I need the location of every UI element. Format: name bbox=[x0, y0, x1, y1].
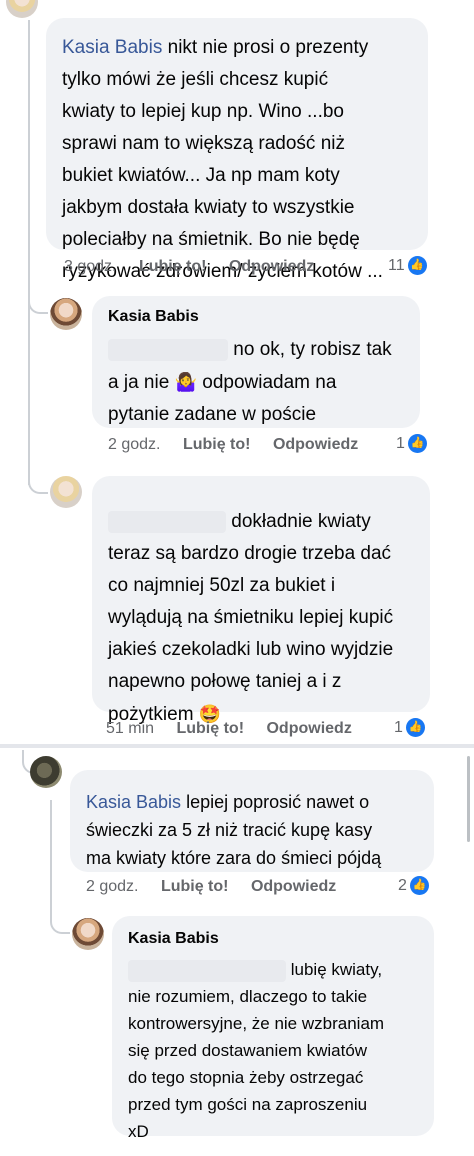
comment-text: no ok, ty robisz tak bbox=[233, 339, 392, 360]
like-icon: 👍 bbox=[407, 256, 427, 275]
reply-button[interactable]: Odpowiedz bbox=[266, 720, 351, 737]
comment-author[interactable]: Kasia Babis bbox=[128, 928, 418, 950]
reply-button[interactable]: Odpowiedz bbox=[229, 258, 314, 275]
redacted-name bbox=[108, 510, 226, 533]
comment-bubble: Kasia Babis lubię kwiaty, nie rozumiem, … bbox=[112, 916, 434, 1141]
thread-connector bbox=[28, 470, 48, 494]
like-button[interactable]: Lubię to! bbox=[176, 720, 244, 737]
comment-text: świeczki za 5 zł niż tracić kupę kasy bbox=[86, 820, 373, 840]
comment-text: nikt nie prosi o prezenty bbox=[162, 37, 369, 58]
thread-connector bbox=[28, 290, 48, 314]
timestamp[interactable]: 2 godz. bbox=[86, 878, 138, 895]
timestamp[interactable]: 2 godz. bbox=[108, 436, 160, 453]
comment-bubble: Kasia Babis nikt nie prosi o prezenty ty… bbox=[46, 18, 428, 282]
mention-link[interactable]: Kasia Babis bbox=[62, 37, 162, 58]
comment-text: xD bbox=[128, 1122, 149, 1141]
comment-text: kontrowersyjne, że nie wzbraniam bbox=[128, 1014, 385, 1033]
comment-text: się przed dostawaniem kwiatów bbox=[128, 1041, 368, 1060]
reaction-count[interactable]: 11 👍 bbox=[388, 256, 427, 275]
comment-text: do tego stopnia żeby ostrzegać bbox=[128, 1068, 364, 1087]
comment-text: jakbym dostała kwiaty to wszystkie bbox=[62, 197, 355, 218]
comment-meta: 51 min Lubię to! Odpowiedz bbox=[106, 720, 352, 738]
reply-button[interactable]: Odpowiedz bbox=[273, 436, 358, 453]
comment-text: tylko mówi że jeśli chcesz kupić bbox=[62, 69, 329, 90]
comment-text: teraz są bardzo drogie trzeba dać bbox=[108, 543, 392, 564]
comment-text: dokładnie kwiaty bbox=[231, 511, 371, 532]
avatar[interactable] bbox=[50, 476, 82, 508]
reaction-count[interactable]: 1 👍 bbox=[396, 434, 427, 453]
reaction-number: 11 bbox=[388, 256, 405, 274]
comment-text: odpowiadam na bbox=[202, 372, 337, 393]
like-button[interactable]: Lubię to! bbox=[183, 436, 251, 453]
comment-text: nie rozumiem, dlaczego to takie bbox=[128, 987, 368, 1006]
comment-bubble: Kasia Babis lepiej poprosić nawet o świe… bbox=[70, 770, 434, 872]
screenshot-divider bbox=[0, 744, 474, 748]
redacted-name bbox=[128, 959, 286, 982]
comment-text: lubię kwiaty, bbox=[290, 960, 383, 979]
reaction-number: 1 bbox=[396, 434, 405, 452]
comment-author[interactable]: Kasia Babis bbox=[108, 306, 404, 328]
comment-text: przed tym gości na zaproszeniu bbox=[128, 1095, 368, 1114]
comment-text: wylądują na śmietniku lepiej kupić bbox=[108, 607, 394, 628]
comment-meta: 2 godz. Lubię to! Odpowiedz bbox=[108, 436, 358, 454]
timestamp[interactable]: 3 godz. bbox=[64, 258, 116, 275]
comment-bubble: dokładnie kwiaty teraz są bardzo drogie … bbox=[92, 476, 430, 725]
thread-line bbox=[50, 800, 52, 920]
reaction-number: 1 bbox=[394, 718, 403, 736]
comment-text: jakieś czekoladki lub wino wyjdzie bbox=[108, 639, 394, 660]
comment-text: co najmniej 50zl za bukiet i bbox=[108, 575, 336, 596]
comment-text: poleciałby na śmietnik. Bo nie będę bbox=[62, 229, 360, 250]
reaction-number: 2 bbox=[398, 876, 407, 894]
comment-text: a ja nie bbox=[108, 372, 170, 393]
reply-button[interactable]: Odpowiedz bbox=[251, 878, 336, 895]
thread-connector bbox=[50, 908, 70, 934]
avatar[interactable] bbox=[50, 298, 82, 330]
thread-line bbox=[28, 20, 30, 310]
like-icon: 👍 bbox=[409, 876, 429, 895]
avatar[interactable] bbox=[30, 756, 62, 788]
comment-text: kwiaty to lepiej kup np. Wino ...bo bbox=[62, 101, 344, 122]
reaction-count[interactable]: 2 👍 bbox=[398, 876, 429, 895]
comment-bubble: Kasia Babis no ok, ty robisz tak a ja ni… bbox=[92, 296, 420, 428]
timestamp[interactable]: 51 min bbox=[106, 720, 154, 737]
comment-meta: 2 godz. Lubię to! Odpowiedz bbox=[86, 878, 336, 896]
avatar[interactable] bbox=[72, 918, 104, 950]
like-icon: 👍 bbox=[405, 718, 425, 737]
comment-text: lepiej poprosić nawet o bbox=[181, 792, 370, 812]
like-button[interactable]: Lubię to! bbox=[139, 258, 207, 275]
comment-text: bukiet kwiatów... Ja np mam koty bbox=[62, 165, 340, 186]
comment-text: napewno połowę taniej a i z bbox=[108, 671, 342, 692]
reaction-count[interactable]: 1 👍 bbox=[394, 718, 425, 737]
redacted-name bbox=[108, 338, 228, 361]
like-button[interactable]: Lubię to! bbox=[161, 878, 229, 895]
scrollbar[interactable] bbox=[467, 756, 470, 842]
mention-link[interactable]: Kasia Babis bbox=[86, 792, 181, 812]
thread-line bbox=[28, 310, 30, 485]
like-icon: 👍 bbox=[407, 434, 427, 453]
comment-text: ma kwiaty które zara do śmieci pójdą bbox=[86, 848, 382, 868]
shrug-emoji-icon: 🤷‍♀️ bbox=[174, 372, 197, 392]
comment-meta: 3 godz. Lubię to! Odpowiedz bbox=[64, 258, 314, 276]
comment-text: sprawi nam to większą radość niż bbox=[62, 133, 345, 154]
comment-text: pytanie zadane w poście bbox=[108, 404, 317, 425]
avatar[interactable] bbox=[6, 0, 38, 18]
